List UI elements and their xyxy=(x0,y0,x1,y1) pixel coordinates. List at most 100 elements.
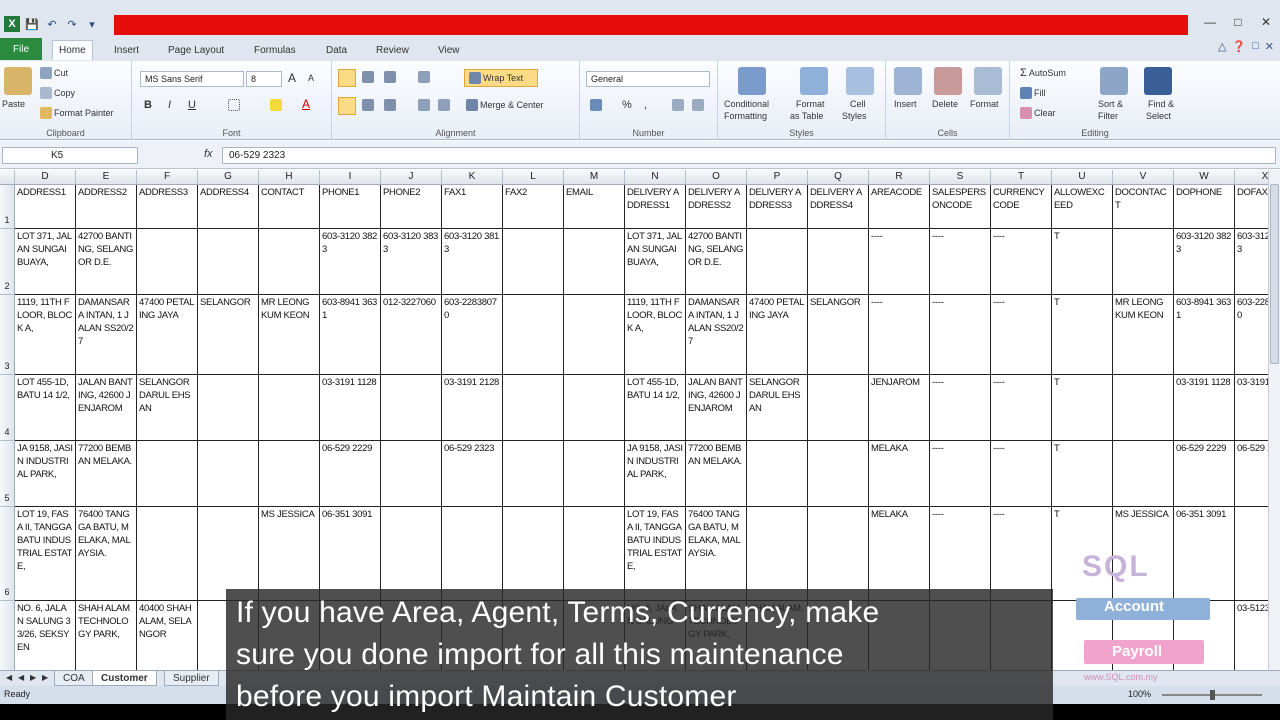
grid-cell[interactable]: 603-3120 3823 xyxy=(320,229,381,295)
column-header-q[interactable]: Q xyxy=(808,170,869,185)
currency-icon[interactable] xyxy=(590,99,602,111)
format-cells-icon[interactable] xyxy=(974,67,1002,95)
autosum-button[interactable]: Σ AutoSum xyxy=(1020,67,1066,79)
grid-cell[interactable]: EMAIL xyxy=(564,185,625,229)
grid-cell[interactable] xyxy=(259,375,320,441)
function-icon[interactable]: fx xyxy=(204,148,213,160)
column-header-p[interactable]: P xyxy=(747,170,808,185)
formula-input[interactable]: 06-529 2323 xyxy=(222,147,1276,164)
grid-cell[interactable]: ---- xyxy=(991,229,1052,295)
column-header-t[interactable]: T xyxy=(991,170,1052,185)
grid-cell[interactable]: 77200 BEMBAN MELAKA. xyxy=(76,441,137,507)
tab-insert[interactable]: Insert xyxy=(108,40,145,60)
tab-formulas[interactable]: Formulas xyxy=(248,40,302,60)
italic-icon[interactable]: I xyxy=(168,99,171,111)
copy-button[interactable]: Copy xyxy=(40,87,75,99)
cell-styles-label-2[interactable]: Styles xyxy=(842,111,867,121)
sort-filter-icon[interactable] xyxy=(1100,67,1128,95)
grid-cell[interactable]: 76400 TANGGA BATU, MELAKA, MALAYSIA. xyxy=(686,507,747,601)
grid-cell[interactable]: PHONE2 xyxy=(381,185,442,229)
delete-cells-icon[interactable] xyxy=(934,67,962,95)
align-left-icon[interactable] xyxy=(338,97,356,115)
merge-center-button[interactable]: Merge & Center xyxy=(466,99,544,111)
grid-cell[interactable] xyxy=(564,229,625,295)
find-select-label-2[interactable]: Select xyxy=(1146,111,1171,121)
grid-cell[interactable] xyxy=(198,441,259,507)
cell-styles-icon[interactable] xyxy=(846,67,874,95)
next-sheet-icon[interactable]: ▶ xyxy=(30,673,36,682)
column-header-o[interactable]: O xyxy=(686,170,747,185)
prev-sheet-icon[interactable]: ◀ xyxy=(18,673,24,682)
grid-cell[interactable]: CURRENCYCODE xyxy=(991,185,1052,229)
grid-cell[interactable]: 03-3191 2128 xyxy=(442,375,503,441)
undo-icon[interactable]: ↶ xyxy=(44,16,60,32)
grid-cell[interactable]: CONTACT xyxy=(259,185,320,229)
column-header-n[interactable]: N xyxy=(625,170,686,185)
grid-cell[interactable]: ---- xyxy=(869,229,930,295)
column-header-k[interactable]: K xyxy=(442,170,503,185)
column-header-f[interactable]: F xyxy=(137,170,198,185)
row-header-4[interactable]: 4 xyxy=(0,375,15,441)
grid-cell[interactable]: T xyxy=(1052,441,1113,507)
grid-cell[interactable]: ---- xyxy=(930,375,991,441)
grid-cell[interactable] xyxy=(1113,441,1174,507)
grid-cell[interactable]: LOT 455-1D, BATU 14 1/2, xyxy=(15,375,76,441)
column-header-e[interactable]: E xyxy=(76,170,137,185)
column-header-g[interactable]: G xyxy=(198,170,259,185)
column-header-l[interactable]: L xyxy=(503,170,564,185)
grid-cell[interactable] xyxy=(808,229,869,295)
format-as-table-label-2[interactable]: as Table xyxy=(790,111,823,121)
sort-filter-label[interactable]: Sort & xyxy=(1098,99,1123,109)
format-cells-button[interactable]: Format xyxy=(970,99,999,109)
column-header-x[interactable]: X xyxy=(1235,170,1268,185)
first-sheet-icon[interactable]: ◀ xyxy=(6,673,12,682)
conditional-formatting-icon[interactable] xyxy=(738,67,766,95)
grid-cell[interactable]: DOPHONE xyxy=(1174,185,1235,229)
grid-cell[interactable]: PHONE1 xyxy=(320,185,381,229)
tab-view[interactable]: View xyxy=(432,40,466,60)
tab-home[interactable]: Home xyxy=(52,40,93,60)
grid-cell[interactable] xyxy=(808,375,869,441)
redo-icon[interactable]: ↷ xyxy=(64,16,80,32)
format-as-table-label[interactable]: Format xyxy=(796,99,825,109)
column-header-i[interactable]: I xyxy=(320,170,381,185)
grid-cell[interactable]: ---- xyxy=(991,441,1052,507)
grid-cell[interactable]: 06-529 2229 xyxy=(320,441,381,507)
grid-cell[interactable] xyxy=(503,375,564,441)
grid-cell[interactable] xyxy=(503,229,564,295)
conditional-formatting-label[interactable]: Conditional xyxy=(724,99,769,109)
grid-cell[interactable]: 603-3120 3813 xyxy=(1235,229,1268,295)
grid-cell[interactable]: JENJAROM xyxy=(869,375,930,441)
restore-window-icon[interactable]: □ xyxy=(1252,40,1259,53)
format-painter-button[interactable]: Format Painter xyxy=(40,107,114,119)
grid-cell[interactable] xyxy=(503,507,564,601)
grid-cell[interactable]: 03-5123 7818 xyxy=(1235,601,1268,670)
column-header-v[interactable]: V xyxy=(1113,170,1174,185)
align-right-icon[interactable] xyxy=(384,99,396,111)
tab-review[interactable]: Review xyxy=(370,40,415,60)
row-header-7[interactable]: 7 xyxy=(0,601,15,670)
grid-cell[interactable]: LOT 371, JALAN SUNGAI BUAYA, xyxy=(625,229,686,295)
sheet-tab-coa[interactable]: COA xyxy=(54,671,94,686)
grid-cell[interactable]: 76400 TANGGA BATU, MELAKA, MALAYSIA. xyxy=(76,507,137,601)
orientation-icon[interactable] xyxy=(418,71,430,83)
grid-cell[interactable]: 603-22838070 xyxy=(442,295,503,375)
grid-cell[interactable]: DOFAX xyxy=(1235,185,1268,229)
find-select-icon[interactable] xyxy=(1144,67,1172,95)
grid-cell[interactable]: ---- xyxy=(991,507,1052,601)
grid-cell[interactable]: MR LEONG KUM KEON xyxy=(1113,295,1174,375)
grid-cell[interactable]: AREACODE xyxy=(869,185,930,229)
grid-cell[interactable]: ---- xyxy=(930,229,991,295)
align-bottom-icon[interactable] xyxy=(384,71,396,83)
shrink-font-icon[interactable]: A xyxy=(308,73,314,83)
cell-styles-label[interactable]: Cell xyxy=(850,99,866,109)
grid-cell[interactable]: LOT 371, JALAN SUNGAI BUAYA, xyxy=(15,229,76,295)
clear-button[interactable]: Clear xyxy=(1020,107,1056,119)
column-header-w[interactable]: W xyxy=(1174,170,1235,185)
grid-cell[interactable]: JALAN BANTING, 42600 JENJAROM xyxy=(686,375,747,441)
help-icon[interactable]: ❓ xyxy=(1232,40,1246,53)
grid-cell[interactable]: ADDRESS1 xyxy=(15,185,76,229)
column-header-m[interactable]: M xyxy=(564,170,625,185)
row-header-6[interactable]: 6 xyxy=(0,507,15,601)
grid-cell[interactable]: MELAKA xyxy=(869,441,930,507)
